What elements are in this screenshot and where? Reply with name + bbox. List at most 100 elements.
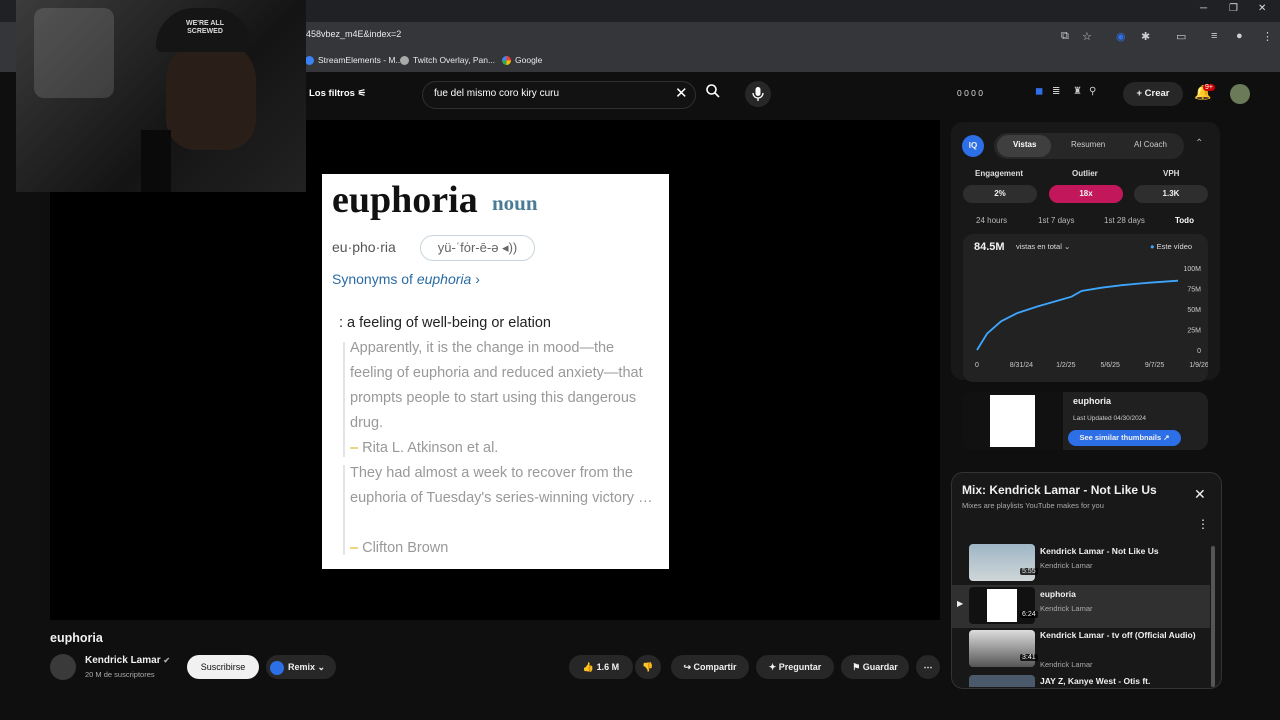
like-button[interactable]: 👍 1.6 M <box>569 655 633 679</box>
minimize-icon[interactable]: ─ <box>1200 3 1207 14</box>
part-of-speech: noun <box>492 191 538 215</box>
ask-button[interactable]: ✦ Preguntar <box>756 655 834 679</box>
notifications-badge: 9+ <box>1203 84 1215 91</box>
bookmark-icon: ⚑ <box>852 662 861 672</box>
profile-avatar-icon[interactable]: ● <box>1236 30 1243 42</box>
search-icon[interactable] <box>702 83 724 105</box>
filters-button[interactable]: Los filtros ⚟ <box>309 88 366 99</box>
voice-search-icon[interactable] <box>745 81 771 107</box>
playlist-item[interactable]: 3:41 Kendrick Lamar - tv off (Official A… <box>952 628 1210 671</box>
metric-label-vph: VPH <box>1163 169 1180 178</box>
filter-sliders-icon: ⚟ <box>357 88 367 99</box>
share-icon: ↪ <box>683 662 691 672</box>
save-button[interactable]: ⚑ Guardar <box>841 655 909 679</box>
create-button[interactable]: + Crear <box>1123 82 1183 106</box>
thumbnail-date: Last Updated 04/30/2024 <box>1073 415 1147 422</box>
playlist-item-current[interactable]: ▶ 6:24 euphoria Kendrick Lamar <box>952 585 1210 628</box>
metric-label-outlier: Outlier <box>1072 169 1098 178</box>
more-horiz-icon: ⋯ <box>923 662 933 672</box>
example-attribution-1: – Rita L. Atkinson et al. <box>350 440 499 456</box>
channel-avatar[interactable] <box>50 654 76 680</box>
playlist-scrollbar[interactable] <box>1211 546 1215 687</box>
bookmark-star-icon[interactable]: ☆ <box>1082 30 1092 43</box>
remix-button[interactable]: Remix ⌄ <box>266 655 336 679</box>
share-button[interactable]: ↪ Compartir <box>671 655 749 679</box>
playlist-thumbnail <box>969 544 1035 581</box>
trophy-icon[interactable]: ♜ <box>1073 86 1082 97</box>
playlist-item[interactable]: JAY Z, Kanye West - Otis ft. <box>952 671 1210 687</box>
streamelements-icon <box>305 55 314 65</box>
menu-kebab-icon[interactable]: ⋮ <box>1262 30 1273 43</box>
bookmark-google[interactable]: Google <box>502 55 542 65</box>
playlist-thumbnail <box>969 587 1035 624</box>
thumb-up-icon: 👍 <box>582 662 595 672</box>
playlist-item-artist: Kendrick Lamar <box>1040 604 1093 613</box>
video-title: euphoria <box>50 631 103 645</box>
close-window-icon[interactable]: ✕ <box>1258 3 1266 14</box>
see-similar-thumbnails-button[interactable]: See similar thumbnails ↗ <box>1068 430 1181 446</box>
x-tick-label: 1/9/26 <box>1189 362 1208 369</box>
more-actions-button[interactable]: ⋯ <box>916 655 940 679</box>
tab-vistas[interactable]: Vistas <box>1013 140 1036 149</box>
example-divider <box>343 465 345 555</box>
y-tick-label: 25M <box>1187 328 1201 335</box>
y-tick-label: 100M <box>1183 266 1201 273</box>
chevron-down-icon: ⌄ <box>317 662 326 672</box>
vidiq-header-icon[interactable]: ◼ <box>1035 86 1043 97</box>
duration-badge: 5:55 <box>1020 568 1038 575</box>
playlist-item[interactable]: 5:55 Kendrick Lamar - Not Like Us Kendri… <box>952 542 1210 585</box>
syllables: eu·pho·ria <box>332 239 396 255</box>
bookmark-streamelements[interactable]: StreamElements - M... <box>305 55 403 65</box>
duration-badge: 3:41 <box>1020 654 1038 661</box>
streamer-face <box>166 40 256 150</box>
address-bar[interactable]: 458vbez_m4E&index=2 <box>306 29 401 39</box>
more-vert-icon[interactable]: ⋮ <box>1197 517 1209 531</box>
link-icon[interactable]: ⚲ <box>1089 86 1096 97</box>
bookmark-twitch-overlay[interactable]: Twitch Overlay, Pan... <box>400 55 495 65</box>
collapse-icon[interactable]: ⌃ <box>1195 138 1203 149</box>
range-28-days[interactable]: 1st 28 days <box>1104 216 1145 225</box>
extensions-icon[interactable]: ✱ <box>1141 30 1150 43</box>
range-7-days[interactable]: 1st 7 days <box>1038 216 1074 225</box>
subscribe-button[interactable]: Suscribirse <box>187 655 259 679</box>
maximize-icon[interactable]: ❐ <box>1229 3 1238 14</box>
list-icon[interactable]: ≣ <box>1052 86 1060 97</box>
example-divider <box>343 342 345 457</box>
globe-icon <box>400 55 409 65</box>
microphone-image <box>141 130 171 192</box>
account-avatar[interactable] <box>1230 84 1250 104</box>
playlist-item-artist: Kendrick Lamar <box>1040 660 1093 669</box>
pronunciation: yü-ˈfȯr-ē-ə ◂)) <box>420 235 535 261</box>
total-views: 84.5M <box>974 241 1005 253</box>
search-input[interactable]: fue del mismo coro kiry curu <box>434 88 559 99</box>
vidiq-header-stats: 0 0 0 0 <box>957 88 983 98</box>
metric-vph: 1.3K <box>1134 185 1208 203</box>
duration-badge: 6:24 <box>1020 611 1038 618</box>
y-tick-label: 50M <box>1187 307 1201 314</box>
synonyms-link: Synonyms of euphoria › <box>332 271 480 287</box>
playlist-thumbnail <box>969 630 1035 667</box>
vidiq-extension-icon[interactable]: ◉ <box>1116 30 1126 43</box>
metric-engagement: 2% <box>963 185 1037 203</box>
example-attribution-2: – Clifton Brown <box>350 540 449 556</box>
clear-search-icon[interactable]: ✕ <box>675 84 688 102</box>
mix-title: Mix: Kendrick Lamar - Not Like Us <box>962 483 1157 497</box>
close-icon[interactable]: ✕ <box>1194 486 1206 503</box>
tab-search-icon[interactable]: ≡ <box>1211 30 1217 42</box>
playlist-item-title: JAY Z, Kanye West - Otis ft. <box>1040 676 1151 686</box>
dislike-button[interactable]: 👎 <box>635 655 661 679</box>
views-chart: 100M 75M 50M 25M 0 0 8/31/24 1/2/25 5/6/25 9/7/25… <box>975 266 1208 369</box>
range-todo[interactable]: Todo <box>1175 216 1194 225</box>
playlist-thumbnail <box>969 675 1035 687</box>
total-views-dropdown[interactable]: vistas en total ⌄ <box>1016 242 1070 251</box>
thumb-down-icon: 👎 <box>642 662 654 672</box>
x-tick-label: 9/7/25 <box>1145 362 1165 369</box>
series-line <box>976 279 1179 351</box>
sidebar-icon[interactable]: ▭ <box>1176 30 1186 43</box>
cast-icon[interactable]: ⧉ <box>1061 30 1069 43</box>
channel-name[interactable]: Kendrick Lamar ✔ <box>85 655 170 666</box>
tab-resumen[interactable]: Resumen <box>1071 140 1105 149</box>
range-24-hours[interactable]: 24 hours <box>976 216 1007 225</box>
subscriber-count: 20 M de suscriptores <box>85 670 155 679</box>
tab-ai-coach[interactable]: AI Coach <box>1134 140 1167 149</box>
